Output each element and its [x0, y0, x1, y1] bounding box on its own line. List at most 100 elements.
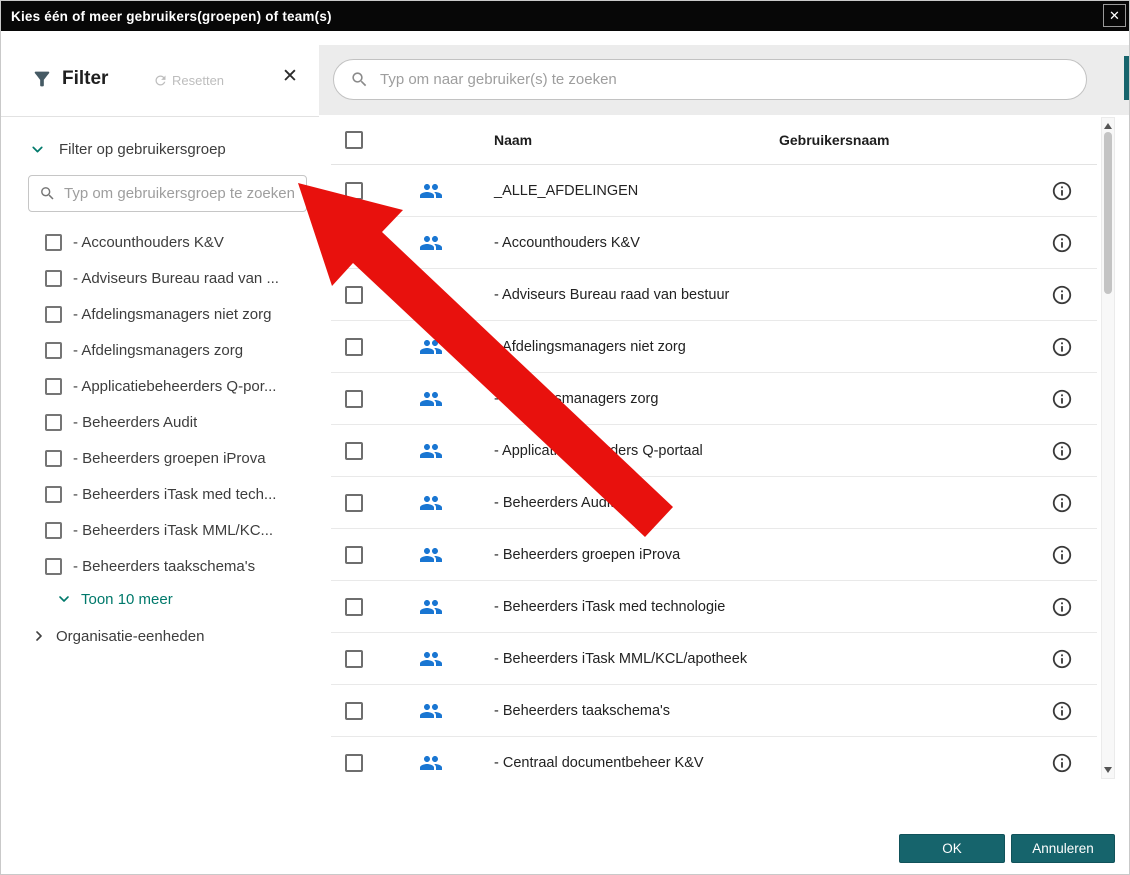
table-row[interactable]: - Afdelingsmanagers zorg	[331, 373, 1097, 425]
cancel-button[interactable]: Annuleren	[1011, 834, 1115, 863]
table-row[interactable]: - Beheerders iTask med technologie	[331, 581, 1097, 633]
group-search-input[interactable]	[64, 185, 296, 202]
filter-group-section-toggle[interactable]: Filter op gebruikersgroep	[29, 141, 226, 158]
info-icon[interactable]	[1051, 388, 1073, 410]
group-checkbox[interactable]	[45, 305, 62, 323]
group-label: - Applicatiebeheerders Q-por...	[73, 377, 277, 395]
filter-panel-close-button[interactable]: ✕	[282, 65, 298, 88]
row-checkbox[interactable]	[345, 390, 363, 408]
group-checkbox[interactable]	[45, 557, 62, 575]
table-row[interactable]: - Beheerders taakschema's	[331, 685, 1097, 737]
group-icon	[419, 439, 443, 463]
row-checkbox[interactable]	[345, 286, 363, 304]
group-icon	[419, 491, 443, 515]
show-more-link[interactable]: Toon 10 meer	[56, 586, 173, 612]
table-row[interactable]: - Beheerders Audit	[331, 477, 1097, 529]
group-label: - Accounthouders K&V	[73, 233, 224, 251]
group-checkbox-item[interactable]: - Afdelingsmanagers zorg	[45, 332, 307, 368]
info-icon[interactable]	[1051, 596, 1073, 618]
group-checkbox[interactable]	[45, 377, 62, 395]
group-icon	[419, 751, 443, 775]
chevron-right-icon	[31, 628, 47, 644]
info-icon[interactable]	[1051, 700, 1073, 722]
row-checkbox[interactable]	[345, 754, 363, 772]
user-search-field[interactable]	[333, 59, 1087, 100]
dialog-close-button[interactable]: ✕	[1103, 4, 1126, 27]
user-search-input[interactable]	[380, 71, 1070, 88]
select-all-checkbox[interactable]	[345, 131, 363, 149]
row-checkbox[interactable]	[345, 234, 363, 252]
row-checkbox[interactable]	[345, 546, 363, 564]
group-checkbox-item[interactable]: - Beheerders groepen iProva	[45, 440, 307, 476]
table-row[interactable]: - Beheerders iTask MML/KCL/apotheek	[331, 633, 1097, 685]
row-checkbox[interactable]	[345, 182, 363, 200]
group-checkbox[interactable]	[45, 233, 62, 251]
info-icon[interactable]	[1051, 544, 1073, 566]
table-row[interactable]: - Centraal documentbeheer K&V	[331, 737, 1097, 779]
group-icon	[419, 335, 443, 359]
org-units-section-toggle[interactable]: Organisatie-eenheden	[31, 623, 204, 649]
info-icon[interactable]	[1051, 232, 1073, 254]
group-checkbox[interactable]	[45, 413, 62, 431]
table-row[interactable]: - Adviseurs Bureau raad van bestuur	[331, 269, 1097, 321]
ok-button[interactable]: OK	[899, 834, 1005, 863]
row-checkbox[interactable]	[345, 494, 363, 512]
row-checkbox[interactable]	[345, 598, 363, 616]
group-checkbox-item[interactable]: - Beheerders iTask MML/KC...	[45, 512, 307, 548]
accent-bar	[1124, 56, 1129, 100]
group-label: - Beheerders taakschema's	[73, 557, 256, 575]
group-checkbox-item[interactable]: - Beheerders Audit	[45, 404, 307, 440]
table-row[interactable]: - Applicatiebeheerders Q-portaal	[331, 425, 1097, 477]
group-checkbox-item[interactable]: - Accounthouders K&V	[45, 224, 307, 260]
group-icon	[419, 387, 443, 411]
table-scrollbar[interactable]	[1101, 117, 1115, 779]
info-icon[interactable]	[1051, 752, 1073, 774]
row-name: - Beheerders groepen iProva	[494, 547, 681, 563]
info-icon[interactable]	[1051, 180, 1073, 202]
scroll-down-icon[interactable]	[1104, 767, 1112, 773]
show-more-label: Toon 10 meer	[81, 590, 173, 608]
group-checkbox[interactable]	[45, 521, 62, 539]
info-icon[interactable]	[1051, 440, 1073, 462]
row-name: - Accounthouders K&V	[494, 235, 640, 251]
group-checkbox-item[interactable]: - Afdelingsmanagers niet zorg	[45, 296, 307, 332]
reset-filter-button[interactable]: Resetten	[153, 73, 224, 88]
row-checkbox[interactable]	[345, 650, 363, 668]
scroll-thumb[interactable]	[1104, 132, 1112, 294]
group-checkbox-item[interactable]: - Adviseurs Bureau raad van ...	[45, 260, 307, 296]
search-icon	[350, 70, 369, 89]
group-checkbox[interactable]	[45, 269, 62, 287]
group-search-field[interactable]	[28, 175, 307, 212]
group-label: - Beheerders iTask MML/KC...	[73, 521, 274, 539]
dialog-window: Kies één of meer gebruikers(groepen) of …	[0, 0, 1130, 875]
group-checkbox-item[interactable]: - Beheerders taakschema's	[45, 548, 307, 584]
table-row[interactable]: - Afdelingsmanagers niet zorg	[331, 321, 1097, 373]
table-row[interactable]: - Beheerders groepen iProva	[331, 529, 1097, 581]
row-checkbox[interactable]	[345, 702, 363, 720]
info-icon[interactable]	[1051, 492, 1073, 514]
group-icon	[419, 647, 443, 671]
info-icon[interactable]	[1051, 648, 1073, 670]
row-name: - Centraal documentbeheer K&V	[494, 755, 704, 771]
group-checkbox[interactable]	[45, 485, 62, 503]
info-icon[interactable]	[1051, 284, 1073, 306]
group-checkbox-item[interactable]: - Applicatiebeheerders Q-por...	[45, 368, 307, 404]
row-name: - Beheerders taakschema's	[494, 703, 671, 719]
row-checkbox[interactable]	[345, 442, 363, 460]
group-icon	[419, 595, 443, 619]
info-icon[interactable]	[1051, 336, 1073, 358]
chevron-down-icon	[29, 141, 46, 158]
group-checkbox[interactable]	[45, 449, 62, 467]
row-name: - Beheerders Audit	[494, 495, 615, 511]
group-icon	[419, 231, 443, 255]
group-icon	[419, 699, 443, 723]
user-search-bar	[319, 45, 1129, 115]
group-checkbox-item[interactable]: - Beheerders iTask med tech...	[45, 476, 307, 512]
chevron-down-icon	[56, 591, 72, 607]
row-name: - Afdelingsmanagers niet zorg	[494, 339, 686, 355]
table-row[interactable]: - Accounthouders K&V	[331, 217, 1097, 269]
group-checkbox[interactable]	[45, 341, 62, 359]
scroll-up-icon[interactable]	[1104, 123, 1112, 129]
row-checkbox[interactable]	[345, 338, 363, 356]
table-row[interactable]: _ALLE_AFDELINGEN	[331, 165, 1097, 217]
